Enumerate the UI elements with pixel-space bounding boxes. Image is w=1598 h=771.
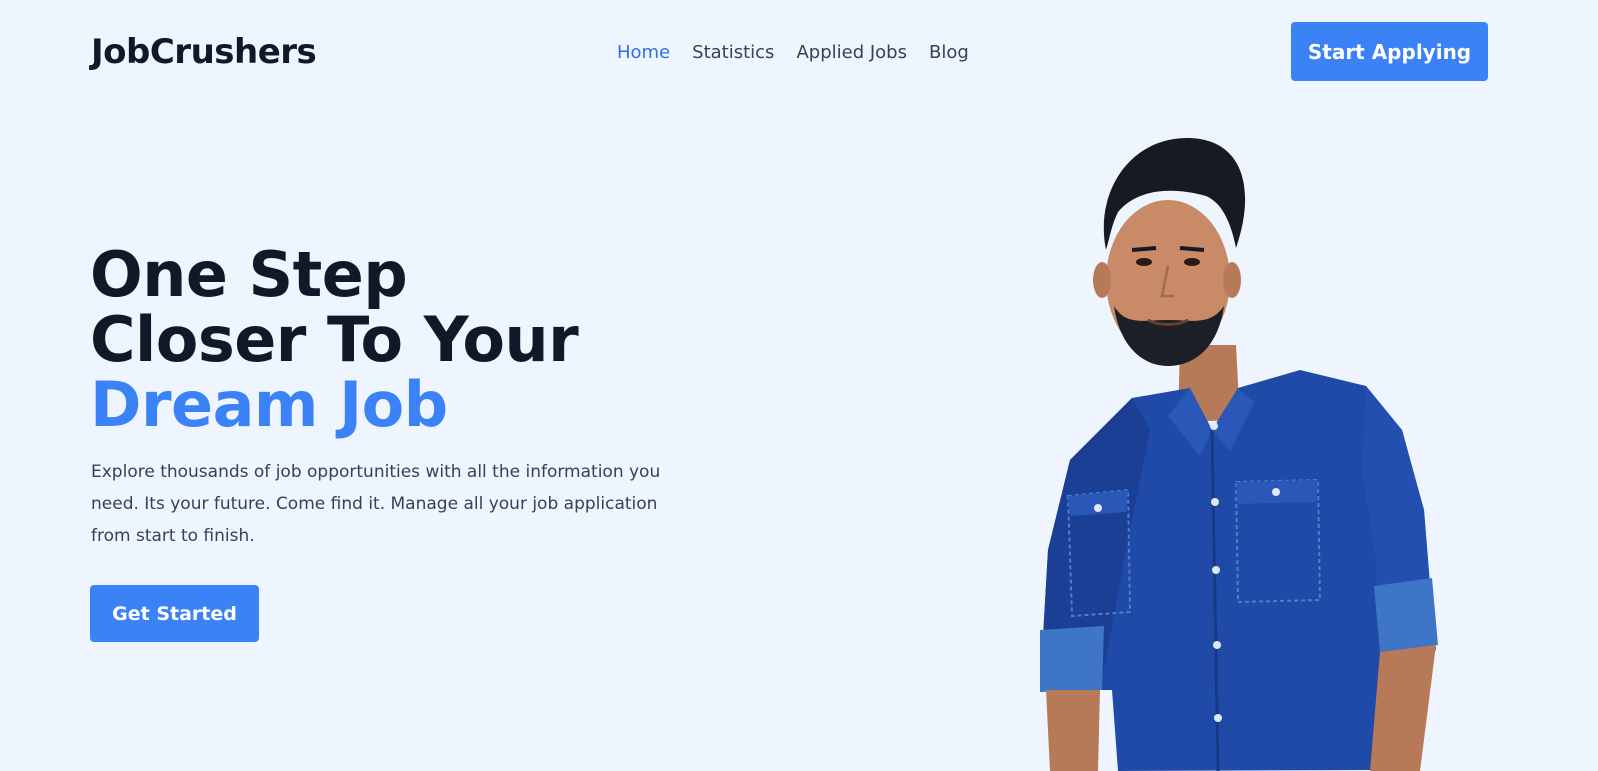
hero-title-line-2: Closer To Your bbox=[90, 303, 579, 376]
brand-logo[interactable]: JobCrushers bbox=[91, 30, 317, 74]
nav-link-blog[interactable]: Blog bbox=[929, 40, 969, 66]
nav-link-home[interactable]: Home bbox=[617, 40, 670, 66]
right-sleeve-cuff bbox=[1374, 578, 1438, 652]
shirt-button bbox=[1210, 422, 1218, 430]
nav-link-applied-jobs[interactable]: Applied Jobs bbox=[796, 40, 907, 66]
hero-title-line-1: One Step bbox=[90, 238, 408, 311]
hero-title-accent: Dream Job bbox=[90, 368, 448, 441]
nav-link-statistics[interactable]: Statistics bbox=[692, 40, 774, 66]
hero-description: Explore thousands of job opportunities w… bbox=[91, 462, 661, 546]
start-applying-button[interactable]: Start Applying bbox=[1291, 22, 1488, 81]
hero-title: One Step Closer To Your Dream Job bbox=[90, 238, 579, 441]
main-nav: Home Statistics Applied Jobs Blog bbox=[617, 40, 991, 66]
right-forearm bbox=[1370, 645, 1436, 771]
left-sleeve-cuff bbox=[1040, 626, 1104, 692]
person-photo bbox=[1040, 137, 1438, 771]
left-forearm bbox=[1046, 690, 1100, 771]
get-started-button[interactable]: Get Started bbox=[90, 585, 259, 642]
navbar: JobCrushers Home Statistics Applied Jobs… bbox=[0, 0, 1598, 104]
